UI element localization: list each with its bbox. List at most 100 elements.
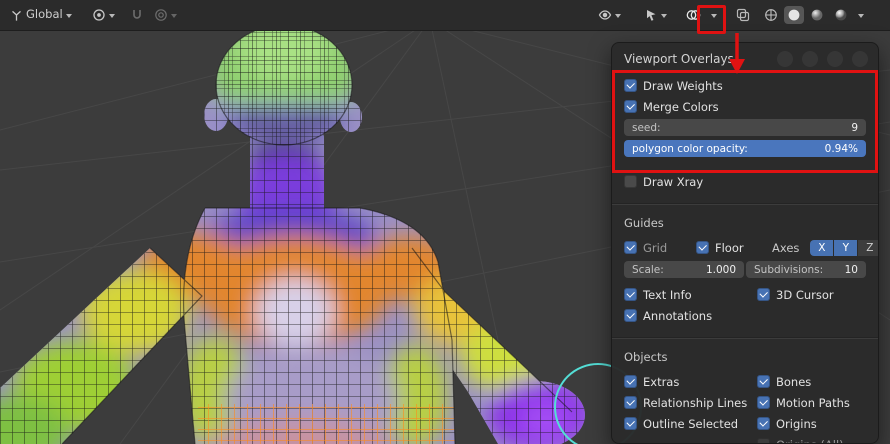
guides-section-title: Guides <box>624 216 664 230</box>
chevron-down-icon <box>858 14 864 18</box>
transform-orientation-dropdown[interactable]: Global <box>6 6 76 25</box>
draw-xray-toggle[interactable]: Draw Xray <box>624 171 866 192</box>
seed-value: 9 <box>851 121 858 134</box>
section-divider <box>612 337 878 339</box>
extras-label: Extras <box>643 374 680 389</box>
orientation-label: Global <box>26 7 63 22</box>
draw-xray-label: Draw Xray <box>643 174 704 189</box>
shading-wireframe-button[interactable] <box>760 5 782 25</box>
magnet-icon <box>130 8 144 22</box>
checkbox-checked-icon[interactable] <box>757 375 770 388</box>
subdivisions-value: 10 <box>844 263 858 276</box>
polygon-color-opacity-slider[interactable]: polygon color opacity: 0.94% <box>624 140 866 157</box>
shading-dropdown-button[interactable] <box>854 9 868 21</box>
chevron-down-icon <box>615 14 621 18</box>
text-info-toggle[interactable]: Text Info <box>624 288 751 302</box>
axis-y-button[interactable]: Y <box>834 239 858 256</box>
motion-paths-label: Motion Paths <box>776 395 850 410</box>
floor-toggle[interactable]: Floor <box>696 241 766 255</box>
checkbox-checked-icon[interactable] <box>757 288 770 301</box>
merge-colors-label: Merge Colors <box>643 99 719 114</box>
relationship-lines-toggle[interactable]: Relationship Lines <box>624 396 751 410</box>
floor-label: Floor <box>715 240 744 255</box>
scale-value: 1.000 <box>705 263 736 276</box>
draw-weights-toggle[interactable]: Draw Weights <box>624 75 866 96</box>
origins-all-label: Origins (All) <box>776 438 844 444</box>
xray-icon <box>736 8 750 22</box>
chevron-down-icon <box>109 14 115 18</box>
opacity-value: 0.94% <box>824 142 858 155</box>
chevron-down-icon <box>171 14 177 18</box>
outline-selected-toggle[interactable]: Outline Selected <box>624 417 751 431</box>
extras-toggle[interactable]: Extras <box>624 375 751 389</box>
grid-scale-field[interactable]: Scale: 1.000 <box>624 261 744 278</box>
annotations-label: Annotations <box>643 308 713 323</box>
seed-label: seed: <box>632 121 661 134</box>
checkbox-unchecked-icon[interactable] <box>757 438 770 443</box>
checkbox-checked-icon[interactable] <box>757 396 770 409</box>
snap-toggle-button[interactable] <box>126 5 148 25</box>
objects-row-2: Relationship Lines Motion Paths <box>624 392 866 413</box>
origins-toggle[interactable]: Origins <box>757 417 817 431</box>
shading-rendered-button[interactable] <box>830 5 852 25</box>
popover-title: Viewport Overlays <box>624 51 868 67</box>
checkbox-checked-icon[interactable] <box>624 396 637 409</box>
checkbox-checked-icon[interactable] <box>624 288 637 301</box>
proportional-edit-icon <box>154 8 168 22</box>
bones-label: Bones <box>776 374 812 389</box>
origins-label: Origins <box>776 416 817 431</box>
pivot-point-dropdown[interactable] <box>88 5 119 25</box>
gizmo-cursor-icon <box>644 8 658 22</box>
wireframe-sphere-icon <box>764 8 778 22</box>
grid-toggle[interactable]: Grid <box>624 241 690 255</box>
origins-all-toggle[interactable]: Origins (All) <box>757 438 844 444</box>
annotations-toggle[interactable]: Annotations <box>624 305 866 326</box>
visibility-icon <box>598 8 612 22</box>
axes-toggle-group: X Y Z <box>810 239 878 256</box>
checkbox-checked-icon[interactable] <box>624 241 637 254</box>
shading-material-button[interactable] <box>806 5 828 25</box>
grid-label: Grid <box>643 240 668 255</box>
overlays-dropdown-button[interactable] <box>707 9 721 21</box>
viewport-overlays-popover: Viewport Overlays Draw Weights Merge Col… <box>611 42 879 444</box>
subdivisions-label: Subdivisions: <box>754 263 824 276</box>
checkbox-checked-icon[interactable] <box>624 100 637 113</box>
text-info-label: Text Info <box>643 287 692 302</box>
orientation-axes-icon <box>10 9 23 22</box>
axis-x-button[interactable]: X <box>810 239 834 256</box>
checkbox-checked-icon[interactable] <box>624 417 637 430</box>
overlays-toggle-button[interactable] <box>682 5 705 25</box>
merge-colors-toggle[interactable]: Merge Colors <box>624 96 866 117</box>
checkbox-checked-icon[interactable] <box>757 417 770 430</box>
proportional-edit-dropdown[interactable] <box>150 5 181 25</box>
guides-row-info: Text Info 3D Cursor <box>624 284 866 305</box>
3d-cursor-toggle[interactable]: 3D Cursor <box>757 288 834 302</box>
rendered-sphere-icon <box>834 8 848 22</box>
chevron-down-icon <box>661 14 667 18</box>
gizmos-dropdown[interactable] <box>640 5 671 25</box>
object-visibility-dropdown[interactable] <box>594 5 625 25</box>
checkbox-checked-icon[interactable] <box>624 375 637 388</box>
subdivisions-field[interactable]: Subdivisions: 10 <box>746 261 866 278</box>
solid-sphere-icon <box>787 8 801 22</box>
axes-label: Axes <box>772 240 800 255</box>
seed-field[interactable]: seed: 9 <box>624 119 866 136</box>
opacity-label: polygon color opacity: <box>632 142 748 155</box>
3d-cursor-label: 3D Cursor <box>776 287 834 302</box>
objects-row-4: Origins (All) <box>624 434 866 444</box>
axis-z-button[interactable]: Z <box>858 239 878 256</box>
shading-solid-button[interactable] <box>784 6 804 24</box>
outline-selected-label: Outline Selected <box>643 416 739 431</box>
viewport-header: Global <box>0 0 890 31</box>
xray-toggle-button[interactable] <box>732 5 754 25</box>
overlays-icon <box>686 8 701 22</box>
grid-scale-row: Scale: 1.000 Subdivisions: 10 <box>624 261 866 278</box>
checkbox-checked-icon[interactable] <box>696 241 709 254</box>
checkbox-unchecked-icon[interactable] <box>624 175 637 188</box>
motion-paths-toggle[interactable]: Motion Paths <box>757 396 850 410</box>
bones-toggle[interactable]: Bones <box>757 375 811 389</box>
chevron-down-icon <box>65 14 72 18</box>
checkbox-checked-icon[interactable] <box>624 309 637 322</box>
guides-row-grid: Grid Floor Axes X Y Z <box>624 237 878 258</box>
checkbox-checked-icon[interactable] <box>624 79 637 92</box>
